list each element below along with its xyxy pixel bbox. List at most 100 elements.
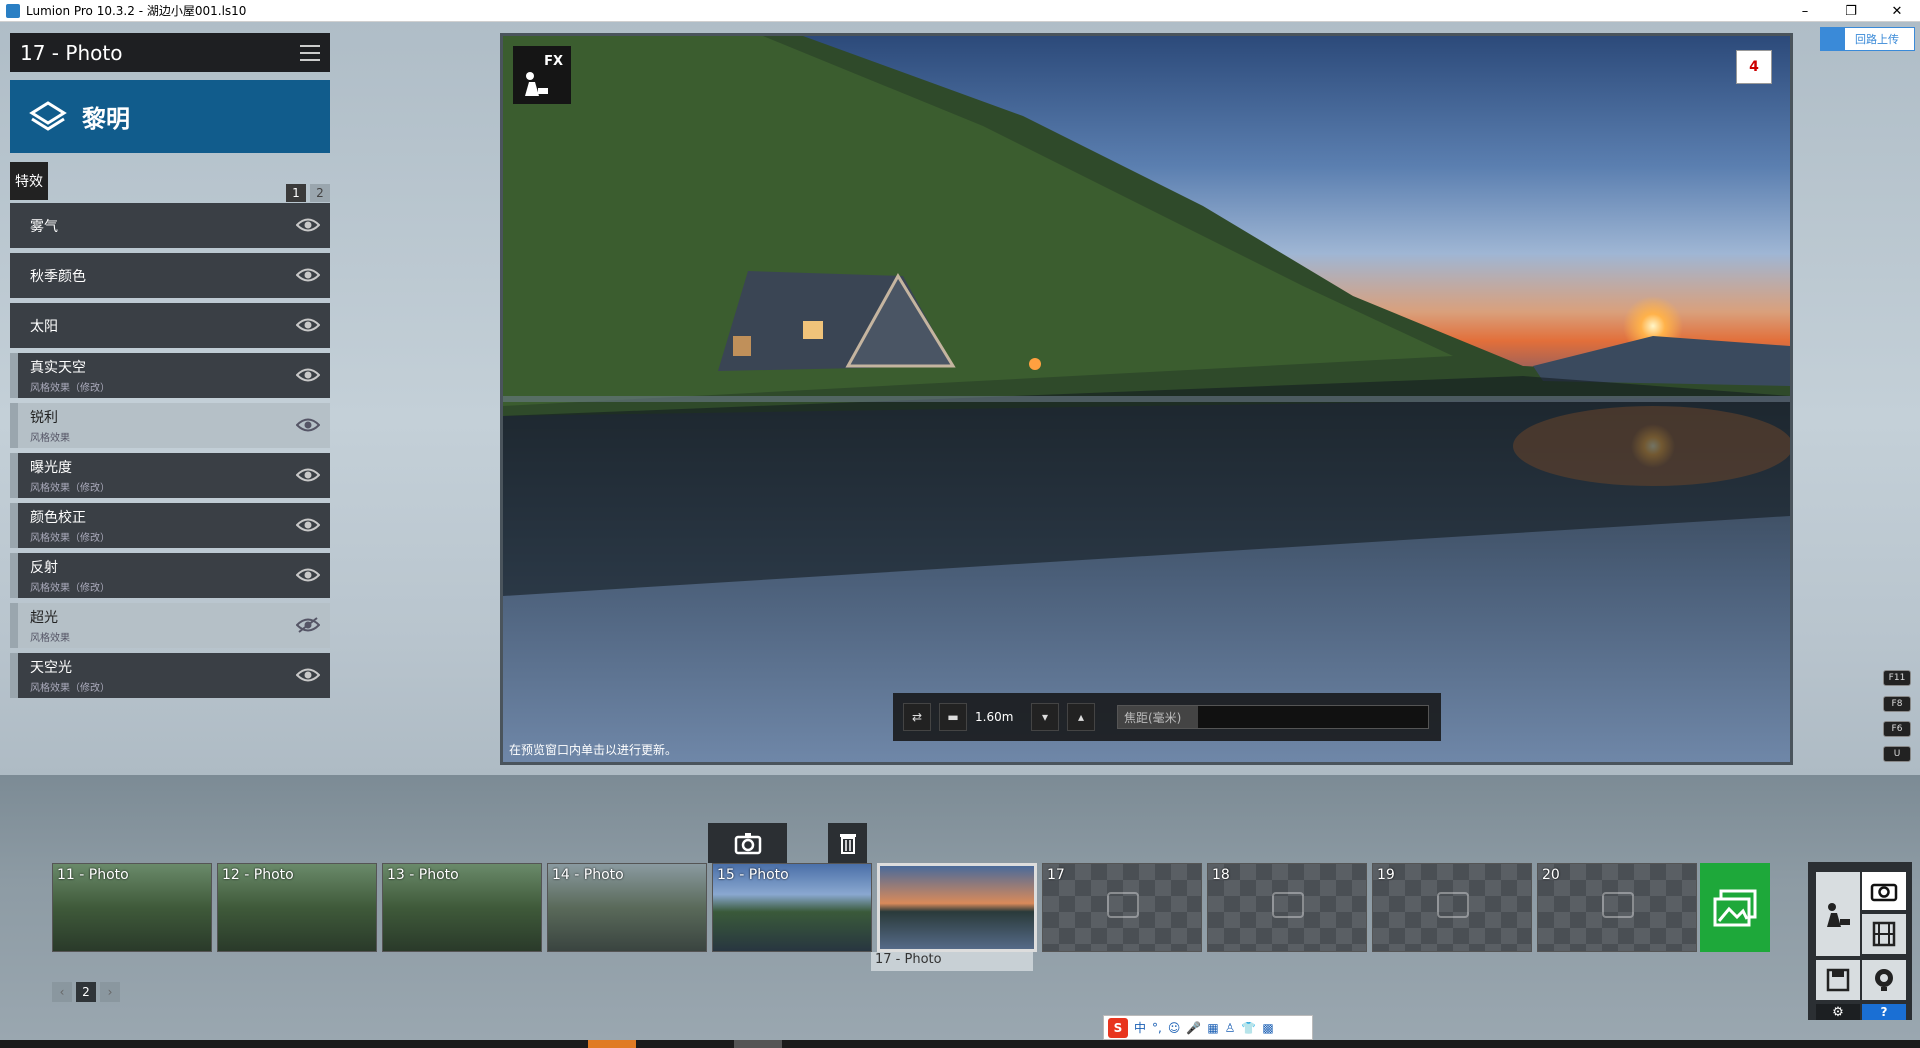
camera-icon (1107, 892, 1139, 918)
effects-panel: 17 - Photo 黎明 特效 1 2 雾气秋季颜色太阳真实天空风格效果（修改… (10, 33, 330, 703)
close-button[interactable]: ✕ (1874, 0, 1920, 22)
effect-name: 真实天空 (30, 360, 86, 376)
eye-icon[interactable] (296, 266, 320, 284)
eye-icon[interactable] (296, 416, 320, 434)
ime-toolbar: S 中 °, ☺ 🎤 ▦ ♙ 👕 ▩ (1103, 1015, 1313, 1040)
skin-icon[interactable]: ♙ (1225, 1021, 1236, 1035)
effect-name: 曝光度 (30, 460, 72, 476)
tools-icon[interactable]: ▩ (1262, 1021, 1273, 1035)
take-photo-button[interactable] (708, 823, 787, 863)
save-button[interactable] (1816, 960, 1860, 1000)
shirt-icon[interactable]: 👕 (1241, 1021, 1256, 1035)
ime-language[interactable]: 中 (1134, 1019, 1146, 1036)
gear-icon: ⚙ (1832, 1004, 1844, 1020)
effect-item[interactable]: 超光 风格效果 (10, 603, 330, 648)
effect-item[interactable]: 真实天空风格效果（修改） (10, 353, 330, 398)
photo-set-prev[interactable]: ‹ (52, 982, 72, 1002)
sogou-logo[interactable]: S (1108, 1017, 1128, 1038)
eye-off-icon[interactable] (296, 616, 320, 634)
layers-icon (29, 100, 67, 131)
effect-item[interactable]: 太阳 (10, 303, 330, 348)
photo-slot-label: 14 - Photo (552, 867, 624, 883)
camera-icon (734, 833, 761, 855)
fkey-f6[interactable]: F6 (1883, 721, 1911, 737)
taskbar-app[interactable] (734, 1040, 782, 1048)
eye-icon[interactable] (296, 566, 320, 584)
tab-effects[interactable]: 特效 (10, 162, 48, 200)
photo-header: 17 - Photo (10, 33, 330, 72)
title-bar: Lumion Pro 10.3.2 - 湖边小屋001.ls10 – ❐ ✕ (0, 0, 1920, 22)
photo-slot[interactable]: 15 - Photo (712, 863, 872, 952)
minimize-button[interactable]: – (1782, 0, 1828, 22)
effect-item[interactable]: 反射 风格效果（修改） (10, 553, 330, 598)
camera-icon (1870, 883, 1898, 902)
cloud-upload-button[interactable]: 回路上传 (1820, 27, 1915, 51)
build-mode-button[interactable] (1816, 872, 1860, 956)
fkey-u[interactable]: U (1883, 746, 1911, 762)
keyboard-icon[interactable]: ▦ (1207, 1021, 1218, 1035)
photo-slot[interactable]: 18 (1207, 863, 1367, 952)
effect-item[interactable]: 天空光 风格效果（修改） (10, 653, 330, 698)
app-icon (6, 3, 20, 18)
photo-slot-label: 13 - Photo (387, 867, 459, 883)
effect-subtitle: 风格效果（修改） (30, 483, 110, 494)
effects-pagination: 1 2 (286, 184, 330, 202)
photo-slot[interactable]: 17 (1042, 863, 1202, 952)
window-title: Lumion Pro 10.3.2 - 湖边小屋001.ls10 (26, 4, 247, 18)
delete-photo-button[interactable] (828, 823, 867, 863)
photo-slot[interactable] (877, 863, 1037, 952)
eye-icon[interactable] (296, 466, 320, 484)
photo-slot[interactable]: 20 (1537, 863, 1697, 952)
movie-mode-button[interactable] (1862, 914, 1906, 954)
maximize-button[interactable]: ❐ (1828, 0, 1874, 22)
eye-icon[interactable] (296, 316, 320, 334)
photo-slot[interactable]: 12 - Photo (217, 863, 377, 952)
fx-badge[interactable]: FX (513, 46, 571, 104)
effect-item[interactable]: 曝光度风格效果（修改） (10, 453, 330, 498)
settings-button[interactable]: ⚙ (1816, 1004, 1860, 1020)
photo-slot[interactable]: 11 - Photo (52, 863, 212, 952)
focal-length-slider[interactable]: 焦距(毫米) (1117, 705, 1429, 729)
photo-slot-label: 18 (1212, 867, 1230, 883)
worker-icon (1827, 903, 1850, 927)
photo-slot[interactable]: 19 (1372, 863, 1532, 952)
photo-mode-button[interactable] (1862, 872, 1906, 910)
effect-item[interactable]: 雾气 (10, 203, 330, 248)
emoji-icon[interactable]: ☺ (1168, 1021, 1181, 1035)
photo-set-next[interactable]: › (100, 982, 120, 1002)
eye-icon[interactable] (296, 366, 320, 384)
preview-viewport[interactable]: FX 4 在预览窗口内单击以进行更新。 ⇄ ▬ 1.60m ▾ ▴ 焦距(毫米) (500, 33, 1793, 765)
video-camera-icon[interactable]: ▬ (939, 703, 967, 731)
fkey-f11[interactable]: F11 (1883, 670, 1911, 686)
height-down-button[interactable]: ▾ (1031, 703, 1059, 731)
effect-item[interactable]: 秋季颜色 (10, 253, 330, 298)
photo-gallery-button[interactable] (1700, 863, 1770, 952)
photo-set-page-2[interactable]: 2 (76, 982, 96, 1002)
punctuation-icon[interactable]: °, (1152, 1021, 1162, 1035)
camera-icon (1437, 892, 1469, 918)
page-2-button[interactable]: 2 (310, 184, 330, 202)
effect-name: 秋季颜色 (30, 268, 86, 285)
eye-icon[interactable] (296, 666, 320, 684)
cloud-icon (1821, 28, 1845, 50)
microphone-icon[interactable]: 🎤 (1186, 1021, 1201, 1035)
fkey-f8[interactable]: F8 (1883, 696, 1911, 712)
eye-icon[interactable] (296, 216, 320, 234)
worker-icon (525, 72, 548, 96)
photo-slot[interactable]: 13 - Photo (382, 863, 542, 952)
photo-slot[interactable]: 14 - Photo (547, 863, 707, 952)
swap-icon[interactable]: ⇄ (903, 703, 931, 731)
taskbar-app-active[interactable] (588, 1040, 636, 1048)
render-indicator[interactable]: 4 (1736, 50, 1772, 84)
page-1-button[interactable]: 1 (286, 184, 306, 202)
menu-icon[interactable] (300, 44, 320, 61)
panorama-mode-button[interactable] (1862, 960, 1906, 1000)
effect-item[interactable]: 颜色校正 风格效果（修改） (10, 503, 330, 548)
eye-icon[interactable] (296, 516, 320, 534)
help-button[interactable]: ? (1862, 1004, 1906, 1020)
effect-item[interactable]: 锐利 风格效果 (10, 403, 330, 448)
effect-subtitle: 风格效果（修改） (30, 533, 110, 544)
preset-banner[interactable]: 黎明 (10, 80, 330, 153)
effect-subtitle: 风格效果（修改） (30, 383, 110, 394)
height-up-button[interactable]: ▴ (1067, 703, 1095, 731)
